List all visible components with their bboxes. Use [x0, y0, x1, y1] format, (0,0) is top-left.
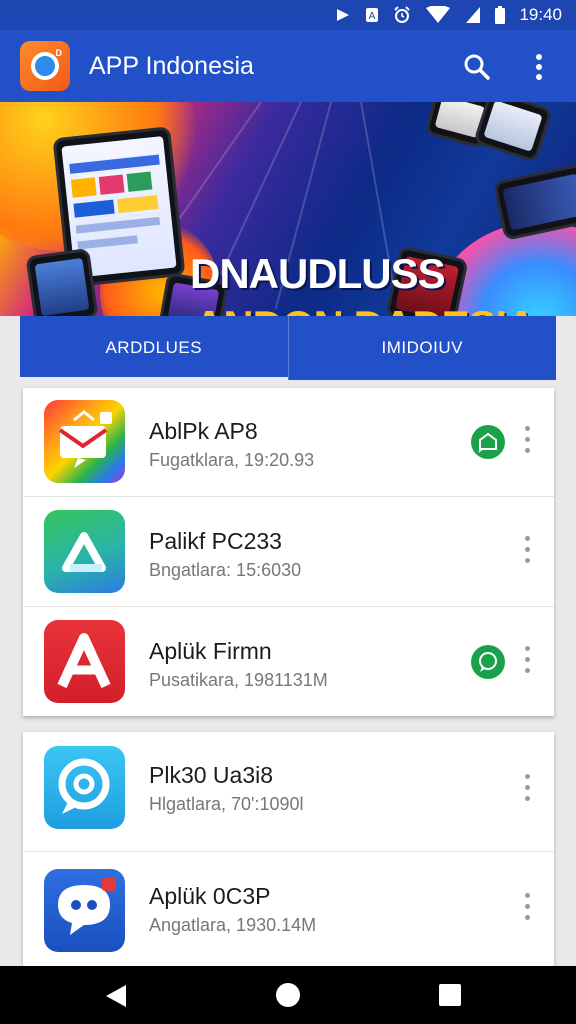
app-name: Aplük 0C3P [149, 883, 271, 909]
app-title: APP Indonesia [89, 52, 254, 80]
system-nav-bar [0, 966, 576, 1024]
status-bar: A 19:40 [0, 0, 576, 30]
update-badge[interactable] [471, 425, 505, 459]
overflow-menu-button[interactable] [524, 50, 554, 84]
status-time: 19:40 [519, 5, 562, 24]
overflow-menu-icon [536, 54, 542, 80]
tab-imidoiuv[interactable]: IMIDOIUV [289, 316, 557, 380]
drive-app-icon [44, 510, 125, 593]
notification-icon: A [366, 8, 379, 22]
app-name: Palikf PC233 [149, 528, 282, 554]
chat-home-icon [478, 432, 497, 453]
app-list-card: AblPk AP8 Fugatklara, 19:20.93 Palikf PC… [23, 388, 554, 716]
app-subtitle: Angatlara, 1930.14M [149, 915, 317, 935]
promo-banner[interactable]: DNAUDLUSS ANDON DADESIA [0, 102, 576, 316]
tab-ardduels[interactable]: ARDDLUES [20, 316, 288, 380]
item-menu-button[interactable] [521, 426, 535, 458]
mail-app-icon [44, 400, 125, 483]
app-bar: D APP Indonesia [0, 30, 576, 102]
chat-bubble-icon [479, 652, 497, 672]
search-button[interactable] [460, 50, 494, 84]
alarm-icon [394, 6, 411, 23]
app-logo[interactable]: D [20, 41, 70, 91]
app-subtitle: Fugatklara, 19:20.93 [149, 450, 315, 470]
messenger-app-icon [44, 869, 125, 952]
phone-illustration [25, 247, 99, 316]
item-menu-button[interactable] [521, 646, 535, 678]
media-play-icon [337, 9, 350, 21]
list-item[interactable]: AblPk AP8 Fugatklara, 19:20.93 [23, 388, 554, 497]
battery-icon [495, 6, 506, 24]
svg-text:A: A [369, 11, 376, 22]
back-icon[interactable] [104, 983, 128, 1009]
app-subtitle: Pusatikara, 1981131M [149, 670, 328, 690]
recent-apps-icon[interactable] [439, 984, 461, 1006]
phone-illustration [472, 102, 554, 163]
search-icon [464, 54, 490, 80]
app-name: Aplük Firmn [149, 638, 272, 664]
list-item[interactable]: Aplük Firmn Pusatikara, 1981131M [23, 608, 554, 717]
home-icon[interactable] [276, 983, 300, 1007]
wifi-icon [426, 6, 451, 23]
app-subtitle: Bngatlara: 15:6030 [149, 560, 302, 580]
app-name: AblPk AP8 [149, 418, 258, 444]
app-list-card: Plk30 Ua3i8 Hlgatlara, 70':1090l Aplük 0… [23, 732, 554, 968]
list-item[interactable]: Aplük 0C3P Angatlara, 1930.14M [23, 853, 554, 968]
list-item[interactable]: Palikf PC233 Bngatlara: 15:6030 [23, 498, 554, 607]
item-menu-button[interactable] [521, 536, 535, 568]
signal-icon [466, 7, 481, 23]
app-subtitle: Hlgatlara, 70':1090l [149, 794, 304, 814]
tab-bar: ARDDLUES IMIDOIUV [20, 316, 556, 380]
chat-bubble-app-icon [44, 746, 125, 829]
update-badge[interactable] [471, 645, 505, 679]
letter-a-app-icon [44, 620, 125, 703]
item-menu-button[interactable] [521, 893, 535, 925]
banner-subheadline: ANDON DADESIA [194, 302, 537, 316]
app-name: Plk30 Ua3i8 [149, 762, 274, 788]
item-menu-button[interactable] [521, 774, 535, 806]
list-item[interactable]: Plk30 Ua3i8 Hlgatlara, 70':1090l [23, 732, 554, 852]
banner-headline: DNAUDLUSS [190, 250, 446, 297]
